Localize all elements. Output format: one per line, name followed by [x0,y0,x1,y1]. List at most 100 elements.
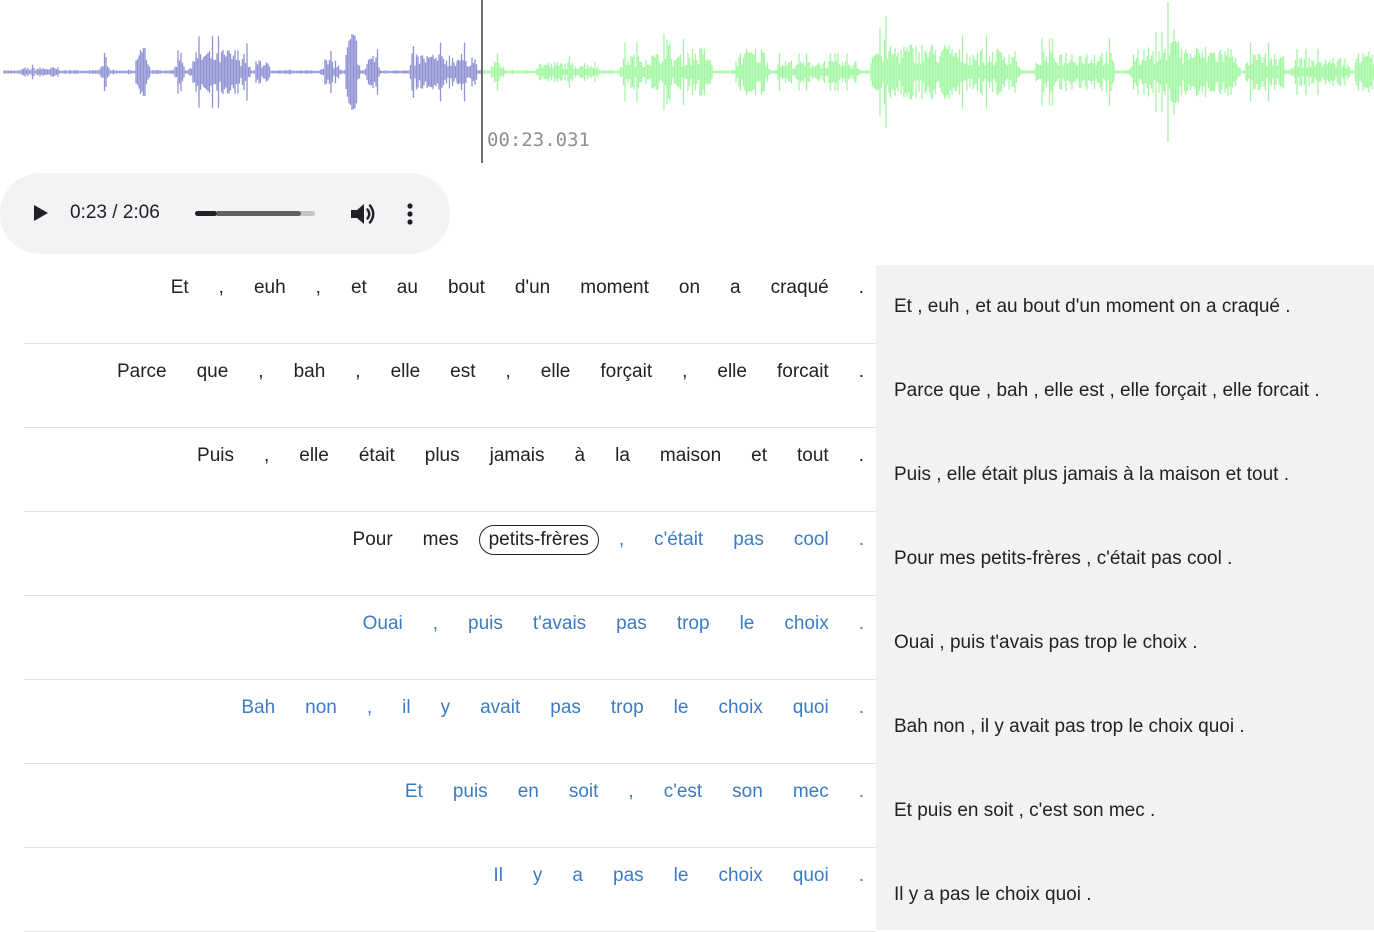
current-word-token[interactable]: petits-frères [478,525,599,555]
word-token[interactable]: , [248,357,273,387]
word-token[interactable]: Il [483,861,513,891]
word-token[interactable]: et [741,441,777,471]
word-token[interactable]: , [496,357,521,387]
token-row: Pour mes petits-frères, c'était pas cool. [24,512,876,596]
token-list: Parce que, bah, elle est, elle forçait, elle for… [117,357,864,387]
word-token[interactable]: euh [244,273,296,303]
word-token[interactable]: bah [284,357,336,387]
word-token[interactable]: Bah [231,693,285,723]
waveform-panel[interactable]: 00:23.031 [0,0,1374,165]
word-token[interactable]: au [387,273,428,303]
word-token[interactable]: , [423,609,448,639]
word-token[interactable]: puis [458,609,513,639]
word-token[interactable]: quoi [783,693,839,723]
word-token[interactable]: , [672,357,697,387]
word-token[interactable]: elle [289,441,339,471]
word-token[interactable]: Et [395,777,433,807]
word-token[interactable]: choix [708,861,772,891]
word-token[interactable]: elle [707,357,757,387]
word-token[interactable]: forçait [590,357,662,387]
word-token[interactable]: moment [570,273,659,303]
word-token[interactable]: non [295,693,347,723]
word-token[interactable]: est [440,357,485,387]
word-token[interactable]: soit [559,777,609,807]
word-token[interactable]: forcait [767,357,839,387]
seek-bar[interactable] [195,211,315,216]
waveform[interactable] [0,0,1374,165]
word-token[interactable]: elle [381,357,431,387]
word-token[interactable]: Ouai [353,609,413,639]
word-token[interactable]: était [349,441,405,471]
word-token[interactable]: , [618,777,643,807]
word-token[interactable]: a [562,861,593,891]
word-token[interactable]: la [605,441,640,471]
more-vert-icon[interactable] [400,199,420,229]
word-token[interactable]: cool [784,525,839,555]
word-token[interactable]: puis [443,777,498,807]
word-token[interactable]: , [306,273,331,303]
word-token[interactable]: y [523,861,553,891]
word-token[interactable]: à [565,441,596,471]
token-list: Pour mes petits-frères, c'était pas cool. [353,525,864,555]
word-token[interactable]: c'était [644,525,713,555]
word-token[interactable]: jamais [480,441,555,471]
seek-buffered [216,211,301,216]
word-token[interactable]: , [609,525,634,555]
word-token[interactable]: bout [438,273,495,303]
word-token[interactable]: pas [603,861,654,891]
word-token[interactable]: . [849,693,874,723]
word-token[interactable]: que [187,357,239,387]
word-token[interactable]: . [849,777,874,807]
word-token[interactable]: . [849,525,874,555]
word-token[interactable]: trop [601,693,654,723]
word-token[interactable]: mes [413,525,469,555]
word-token[interactable]: trop [667,609,720,639]
word-token[interactable]: a [720,273,751,303]
word-token[interactable]: . [849,441,874,471]
word-token[interactable]: . [849,357,874,387]
word-token[interactable]: le [664,861,699,891]
word-token[interactable]: son [722,777,773,807]
word-token[interactable]: . [849,609,874,639]
word-token[interactable]: le [664,693,699,723]
word-token[interactable]: craqué [761,273,839,303]
word-token[interactable]: Pour [343,525,403,555]
word-token[interactable]: en [508,777,549,807]
word-token[interactable]: le [730,609,765,639]
sentence-text: Puis , elle était plus jamais à la maiso… [894,464,1289,485]
word-token[interactable]: t'avais [523,609,596,639]
volume-icon[interactable] [348,199,378,229]
word-token[interactable]: choix [774,609,838,639]
word-token[interactable]: Parce [107,357,177,387]
word-token[interactable]: , [254,441,279,471]
word-token[interactable]: . [849,273,874,303]
seek-progress [195,211,217,216]
word-token[interactable]: choix [708,693,772,723]
word-token[interactable]: mec [783,777,839,807]
word-token[interactable]: maison [650,441,731,471]
word-token[interactable]: Et [161,273,199,303]
word-token[interactable]: pas [540,693,591,723]
word-token[interactable]: . [849,861,874,891]
word-token[interactable]: plus [415,441,470,471]
word-token[interactable]: c'est [654,777,712,807]
word-token[interactable]: d'un [505,273,560,303]
word-token[interactable]: pas [606,609,657,639]
word-token[interactable]: , [345,357,370,387]
word-token[interactable]: y [431,693,461,723]
audio-player: 0:23 / 2:06 [0,173,450,254]
word-token[interactable]: avait [470,693,530,723]
word-token[interactable]: , [357,693,382,723]
word-token[interactable]: tout [787,441,839,471]
play-icon[interactable] [30,199,52,227]
word-token[interactable]: quoi [783,861,839,891]
word-token[interactable]: pas [723,525,774,555]
word-token[interactable]: , [209,273,234,303]
sentence-panel: Et , euh , et au bout d'un moment on a c… [876,265,1374,930]
word-token[interactable]: et [341,273,377,303]
playhead[interactable] [481,0,483,163]
word-token[interactable]: elle [531,357,581,387]
word-token[interactable]: il [392,693,420,723]
word-token[interactable]: Puis [187,441,244,471]
word-token[interactable]: on [669,273,710,303]
